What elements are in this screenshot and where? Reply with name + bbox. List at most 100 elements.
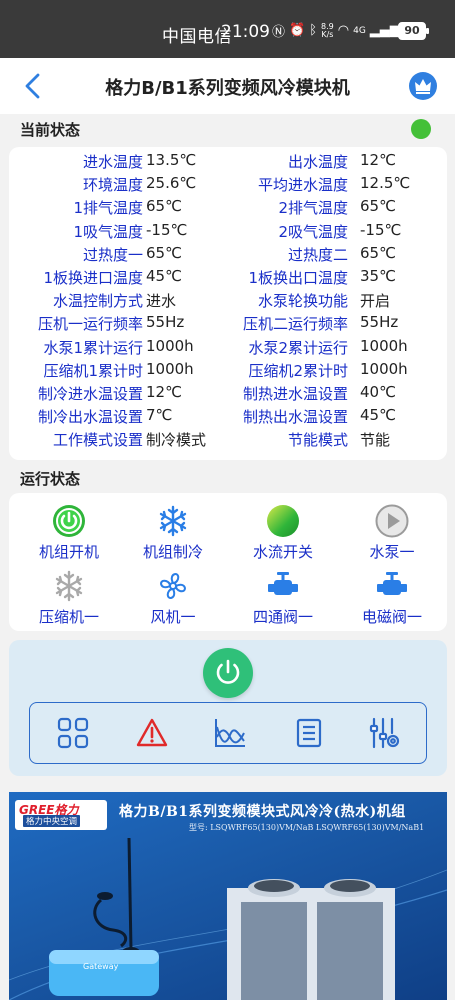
- status-value: -15℃: [146, 220, 188, 239]
- status-value: 开启: [360, 292, 391, 311]
- status-row: 水温控制方式 进水 水泵轮换功能 开启: [9, 290, 447, 313]
- current-status-panel: 进水温度 13.5℃ 出水温度 12℃ 环境温度 25.6℃ 平均进水温度 12.5℃ 1排气温…: [9, 147, 447, 460]
- page-title: 格力B/B1系列变频风冷模块机: [105, 78, 350, 99]
- run-item-water-flow[interactable]: 水流开关: [228, 504, 338, 564]
- run-item-label: 水流开关: [252, 543, 313, 561]
- status-row: 环境温度 25.6℃ 平均进水温度 12.5℃: [9, 174, 447, 197]
- wifi-icon: ◠: [337, 23, 350, 38]
- run-item-label: 风机一: [150, 608, 196, 626]
- status-value: 45℃: [146, 267, 182, 285]
- valve-icon: [377, 572, 407, 595]
- status-label: 环境温度: [82, 176, 143, 195]
- status-label: 过热度一: [82, 245, 143, 264]
- status-label: 工作模式设置: [52, 431, 143, 450]
- status-label: 平均进水温度: [257, 176, 348, 195]
- status-label: 2排气温度: [278, 199, 348, 218]
- run-item-fan-one[interactable]: 风机一: [118, 569, 228, 629]
- vip-button[interactable]: [409, 72, 437, 100]
- run-item-four-way-valve[interactable]: 四通阀一: [228, 569, 338, 629]
- parameter-settings-button[interactable]: [366, 715, 402, 751]
- product-illustration: [9, 837, 447, 1000]
- run-status-title: 运行状态: [20, 470, 81, 488]
- status-label: 水温控制方式: [52, 292, 143, 311]
- clock: 21:09: [221, 22, 270, 42]
- app-header: 格力B/B1系列变频风冷模块机: [0, 58, 455, 114]
- power-on-icon: [53, 505, 85, 537]
- tool-bar: [29, 702, 427, 764]
- alarm-icon: [136, 718, 168, 747]
- status-row: 过热度一 65℃ 过热度二 65℃: [9, 244, 447, 267]
- valve-icon: [268, 572, 298, 595]
- power-icon: [216, 659, 240, 684]
- status-label: 制冷进水温设置: [37, 385, 143, 403]
- snowflake-icon: [159, 505, 187, 537]
- status-label: 压机二运行频率: [242, 315, 348, 334]
- status-value: 12℃: [360, 151, 396, 169]
- status-row: 制冷出水温设置 7℃ 制热出水温设置 45℃: [9, 406, 447, 429]
- power-button[interactable]: [203, 648, 253, 698]
- status-label: 压机一运行频率: [37, 315, 143, 334]
- run-status-panel: 机组开机 机组制冷 水流开关 水泵一 压缩机一 风机一 四通阀一 电磁阀一: [9, 493, 447, 631]
- run-item-compressor-one[interactable]: 压缩机一: [14, 569, 124, 629]
- status-value: 55Hz: [360, 313, 399, 332]
- status-label: 压缩机2累计时: [248, 361, 348, 380]
- status-label: 制冷出水温设置: [37, 408, 143, 427]
- status-label: 水泵2累计运行: [248, 338, 348, 357]
- status-value: 55Hz: [146, 313, 185, 332]
- status-label: 制热出水温设置: [242, 408, 348, 427]
- status-label: 出水温度: [287, 153, 348, 171]
- status-value: 7℃: [146, 406, 173, 425]
- status-value: 1000h: [146, 336, 194, 355]
- status-label: 进水温度: [82, 153, 143, 171]
- status-value: 65℃: [146, 197, 182, 216]
- run-item-label: 机组制冷: [142, 543, 203, 561]
- status-row: 1板换进口温度 45℃ 1板换出口温度 35℃: [9, 267, 447, 290]
- gateway-label: Gateway: [83, 962, 119, 971]
- banner-title: 格力B/B1系列变频模块式风冷冷(热水)机组: [119, 804, 406, 820]
- status-value: 1000h: [360, 359, 408, 378]
- status-label: 1板换进口温度: [43, 269, 143, 287]
- settings-sliders-icon: [369, 717, 400, 749]
- status-value: 35℃: [360, 267, 396, 285]
- records-button[interactable]: [291, 715, 327, 751]
- status-row: 1吸气温度 -15℃ 2吸气温度 -15℃: [9, 221, 447, 244]
- status-label: 压缩机1累计时: [43, 361, 143, 380]
- overview-button[interactable]: [55, 715, 91, 751]
- run-item-label: 四通阀一: [252, 608, 313, 626]
- status-label: 制热进水温设置: [242, 385, 348, 403]
- signal-icon: ▂▄▆: [369, 23, 400, 38]
- trend-chart-button[interactable]: [212, 715, 248, 751]
- run-item-unit-power[interactable]: 机组开机: [14, 504, 124, 564]
- alarm-button[interactable]: [134, 715, 170, 751]
- status-value: 进水: [146, 292, 177, 311]
- online-status-indicator: [411, 119, 431, 139]
- nfc-icon: Ⓝ: [272, 25, 286, 40]
- gree-logo: GREE格力 格力中央空调: [15, 800, 107, 830]
- net-speed-unit: K/s: [321, 29, 334, 39]
- status-label: 2吸气温度: [278, 222, 348, 241]
- status-icons: Ⓝ ⏰ ᛒ 8.9 K/s ◠ 4G ▂▄▆: [272, 21, 400, 40]
- network-type: 4G: [353, 25, 366, 36]
- product-banner[interactable]: GREE格力 格力中央空调 格力B/B1系列变频模块式风冷冷(热水)机组 型号:…: [9, 792, 447, 1000]
- status-label: 节能模式: [287, 431, 348, 450]
- status-label: 水泵1累计运行: [43, 338, 143, 357]
- run-item-unit-cooling[interactable]: 机组制冷: [118, 504, 228, 564]
- status-row: 进水温度 13.5℃ 出水温度 12℃: [9, 151, 447, 174]
- status-bar: 中国电信 21:09 Ⓝ ⏰ ᛒ 8.9 K/s ◠ 4G ▂▄▆ 90: [0, 0, 455, 58]
- status-value: 45℃: [360, 406, 396, 425]
- status-value: 节能: [360, 431, 391, 450]
- run-item-solenoid-valve[interactable]: 电磁阀一: [337, 569, 447, 629]
- water-flow-icon: [267, 505, 299, 537]
- status-row: 制冷进水温设置 12℃ 制热进水温设置 40℃: [9, 383, 447, 406]
- grid-icon: [57, 717, 89, 749]
- run-item-label: 机组开机: [38, 543, 99, 561]
- brand-sub-label: 格力中央空调: [23, 815, 81, 827]
- status-value: 12.5℃: [360, 174, 411, 193]
- fan-icon: [160, 573, 186, 599]
- status-label: 水泵轮换功能: [257, 292, 348, 311]
- status-label: 1吸气温度: [73, 222, 143, 241]
- run-item-label: 电磁阀一: [361, 608, 422, 626]
- battery-indicator: 90: [398, 22, 429, 40]
- status-value: 1000h: [360, 336, 408, 355]
- run-item-pump-one[interactable]: 水泵一: [337, 504, 447, 564]
